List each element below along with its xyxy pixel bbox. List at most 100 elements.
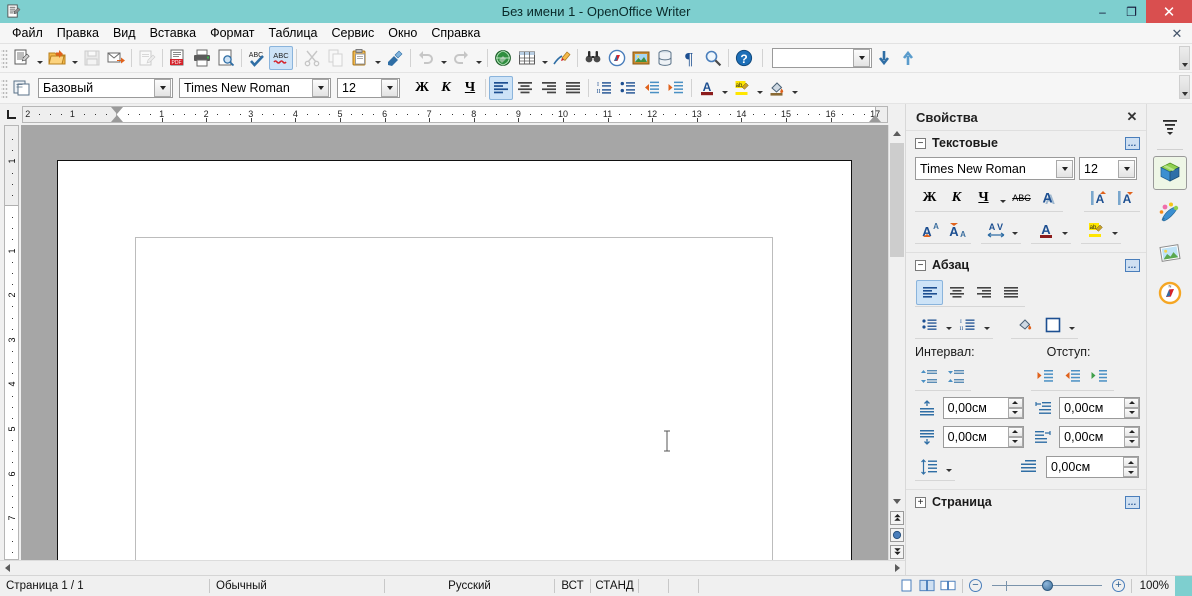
print-preview-button[interactable] [214,46,238,70]
vertical-ruler[interactable]: 1 1 2 3 4 5 6 7 [0,125,21,560]
sidebar-strikethrough-button[interactable]: ABC [1008,185,1035,210]
horizontal-ruler[interactable]: 2 1 1 2 3 4 5 6 7 8 9 10 11 12 13 14 15 16 17 [22,106,888,123]
right-indent-marker[interactable] [869,115,882,122]
data-sources-button[interactable] [653,46,677,70]
paragraph-style-value[interactable]: Базовый [39,79,154,97]
first-line-decrement[interactable] [1123,467,1138,477]
sidebar-font-size-value[interactable]: 12 [1080,160,1118,178]
cut-button[interactable] [300,46,324,70]
character-spacing-dropdown[interactable] [1009,217,1020,242]
first-line-indent-field[interactable]: 0,00см [1046,456,1139,478]
character-panel-header[interactable]: − Текстовые … [906,131,1146,155]
underline-button[interactable]: Ч [458,76,482,100]
zoom-out-button[interactable]: − [969,579,982,592]
spelling-check-button[interactable]: ABC [245,46,269,70]
vertical-scroll-track[interactable] [889,141,905,493]
sidebar-bold-button[interactable]: Ж [916,185,943,210]
sidebar-align-right-button[interactable] [970,280,997,305]
sidebar-highlighting-dropdown[interactable] [1109,217,1120,242]
sidebar-font-name-combo[interactable]: Times New Roman [915,157,1075,180]
first-line-indent-marker[interactable] [111,107,123,114]
subscript-button[interactable]: A A [943,217,970,242]
italic-button[interactable]: К [434,76,458,100]
sidebar-tab-properties[interactable] [1152,156,1187,190]
open-document-dropdown[interactable] [69,46,80,70]
sidebar-font-color-button[interactable]: A [1032,217,1059,242]
decrease-paragraph-spacing-button[interactable] [943,364,970,389]
insert-table-dropdown[interactable] [539,46,550,70]
sidebar-align-center-button[interactable] [943,280,970,305]
sidebar-unordered-list-button[interactable] [916,312,943,337]
line-spacing-dropdown[interactable] [943,454,954,479]
horizontal-scrollbar[interactable] [0,560,905,576]
sidebar-tab-gallery[interactable] [1153,236,1187,270]
increase-indent-button[interactable] [664,76,688,100]
zoom-value[interactable]: 100% [1131,578,1175,593]
font-color-dropdown[interactable] [719,76,730,100]
scroll-up-button[interactable] [889,125,905,141]
background-color-button[interactable] [765,76,789,100]
redo-button[interactable] [449,46,473,70]
menu-tools[interactable]: Сервис [324,24,381,42]
formatting-toolbar-overflow[interactable] [1179,75,1190,99]
spacing-below-increment[interactable] [1007,426,1023,437]
sidebar-font-name-dropdown-icon[interactable] [1056,159,1073,178]
help-button[interactable]: ? [732,46,756,70]
paragraph-border-dropdown[interactable] [1066,312,1077,337]
scroll-down-button[interactable] [889,493,905,509]
minimize-button[interactable]: – [1088,0,1117,23]
find-next-icon[interactable] [872,46,896,70]
paragraph-panel-header[interactable]: − Абзац … [906,253,1146,277]
scroll-left-button[interactable] [0,561,15,576]
print-document-button[interactable] [190,46,214,70]
sidebar-align-left-button[interactable] [916,280,943,305]
sidebar-underline-dropdown[interactable] [997,185,1008,210]
page-panel-header[interactable]: + Страница … [906,490,1146,514]
paste-button[interactable] [348,46,372,70]
highlighting-button[interactable]: ab [730,76,754,100]
sidebar-increase-indent-button[interactable] [1032,364,1059,389]
decrease-font-size-button[interactable]: A [1112,185,1139,210]
open-document-button[interactable] [45,46,69,70]
clone-formatting-button[interactable] [383,46,407,70]
sidebar-font-size-combo[interactable]: 12 [1079,157,1137,180]
indent-before-decrement[interactable] [1124,407,1139,418]
vertical-scroll-thumb[interactable] [890,143,904,257]
indent-after-text-value[interactable]: 0,00см [1060,427,1124,447]
paragraph-style-combo[interactable]: Базовый [38,78,173,98]
align-right-button[interactable] [537,76,561,100]
align-center-button[interactable] [513,76,537,100]
email-document-button[interactable] [104,46,128,70]
single-page-view-icon[interactable] [898,579,914,592]
sidebar-font-size-dropdown-icon[interactable] [1118,159,1135,178]
indent-after-decrement[interactable] [1124,436,1139,447]
align-justify-button[interactable] [561,76,585,100]
horizontal-scroll-track[interactable] [15,560,890,576]
menu-insert[interactable]: Вставка [143,24,203,42]
navigator-button[interactable] [605,46,629,70]
sidebar-font-name-value[interactable]: Times New Roman [916,160,1056,178]
document-canvas[interactable] [21,125,888,560]
spacing-above-paragraph-value[interactable]: 0,00см [944,398,1008,418]
bold-button[interactable]: Ж [410,76,434,100]
spacing-above-decrement[interactable] [1007,407,1023,418]
indent-after-increment[interactable] [1124,426,1139,437]
page-more-options-icon[interactable]: … [1125,495,1140,509]
export-pdf-button[interactable]: PDF [166,46,190,70]
menu-table[interactable]: Таблица [261,24,324,42]
increase-font-size-button[interactable]: A [1085,185,1112,210]
character-more-options-icon[interactable]: … [1125,136,1140,150]
vertical-scrollbar[interactable] [888,125,905,560]
status-language[interactable]: Русский [385,578,555,593]
highlighting-dropdown[interactable] [754,76,765,100]
document-page[interactable] [57,160,852,560]
font-size-value[interactable]: 12 [338,79,381,97]
edit-mode-button[interactable] [135,46,159,70]
show-draw-functions-button[interactable] [550,46,574,70]
sidebar-settings-button[interactable] [1153,109,1187,143]
find-dropdown-icon[interactable] [853,49,870,67]
sidebar-tab-styles[interactable] [1153,196,1187,230]
new-document-button[interactable] [10,46,34,70]
page-panel-expander[interactable]: + [915,496,926,508]
status-page-style[interactable]: Обычный [210,578,385,593]
